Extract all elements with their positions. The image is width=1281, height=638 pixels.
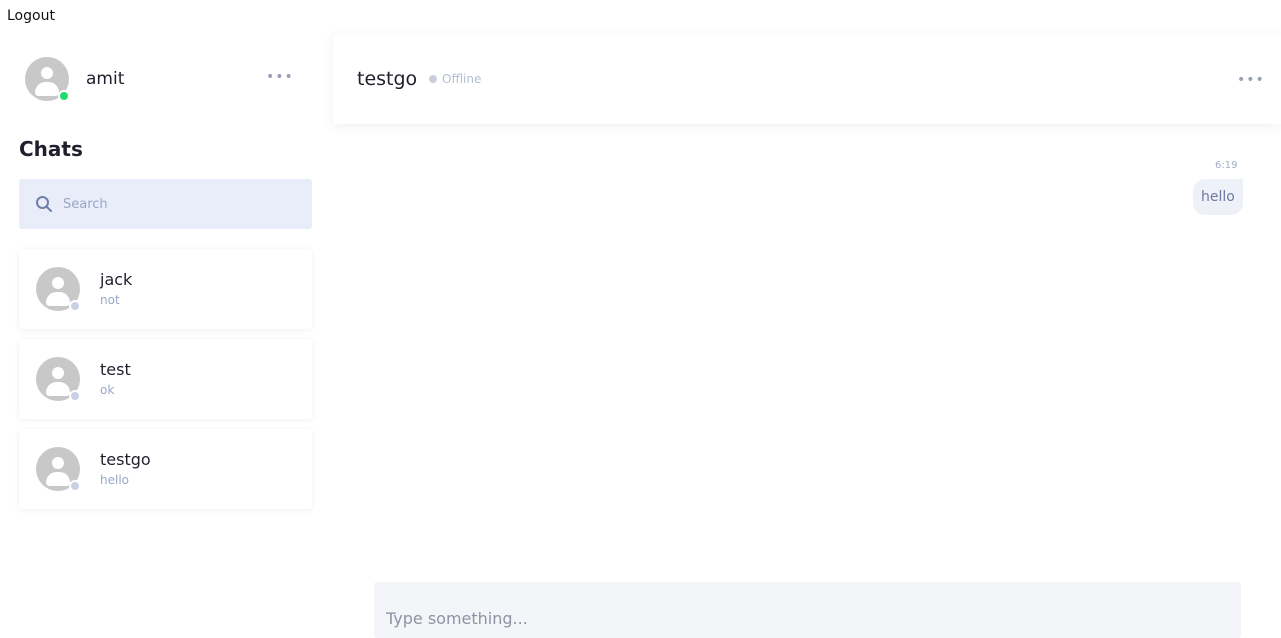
current-user-name: amit — [86, 69, 125, 89]
search-box — [19, 179, 312, 229]
message-input[interactable] — [386, 604, 1226, 632]
search-input[interactable] — [63, 179, 303, 229]
sidebar: amit ••• Chats jack not test ok — [0, 35, 330, 634]
chat-last-message: not — [100, 293, 120, 307]
conversation-header: testgo Offline ••• — [333, 35, 1281, 124]
offline-status-dot — [69, 480, 81, 492]
more-horizontal-icon[interactable]: ••• — [266, 70, 294, 84]
chat-item-testgo[interactable]: testgo hello — [19, 429, 312, 509]
current-user: amit ••• — [25, 57, 305, 103]
peer-status: Offline — [429, 72, 481, 86]
offline-status-dot — [429, 75, 437, 83]
chat-list: jack not test ok testgo hello — [19, 249, 312, 519]
chat-item-test[interactable]: test ok — [19, 339, 312, 419]
chat-avatar — [36, 447, 81, 492]
chat-avatar — [36, 357, 81, 402]
more-horizontal-icon[interactable]: ••• — [1237, 73, 1265, 87]
offline-status-dot — [69, 390, 81, 402]
chat-name: jack — [100, 270, 133, 289]
chat-avatar — [36, 267, 81, 312]
chats-heading: Chats — [19, 137, 83, 161]
offline-status-dot — [69, 300, 81, 312]
peer-status-label: Offline — [442, 72, 482, 86]
peer-name: testgo — [357, 68, 418, 90]
message-bubble: hello — [1193, 179, 1243, 215]
message-composer — [374, 582, 1241, 638]
message-time: 6:19 — [1215, 160, 1238, 171]
chat-last-message: ok — [100, 383, 115, 397]
current-user-avatar[interactable] — [25, 57, 70, 102]
chat-last-message: hello — [100, 473, 129, 487]
logout-button[interactable]: Logout — [7, 8, 55, 24]
chat-name: test — [100, 360, 131, 379]
chat-name: testgo — [100, 450, 151, 469]
search-icon — [36, 196, 52, 212]
online-status-dot — [58, 90, 70, 102]
chat-item-jack[interactable]: jack not — [19, 249, 312, 329]
